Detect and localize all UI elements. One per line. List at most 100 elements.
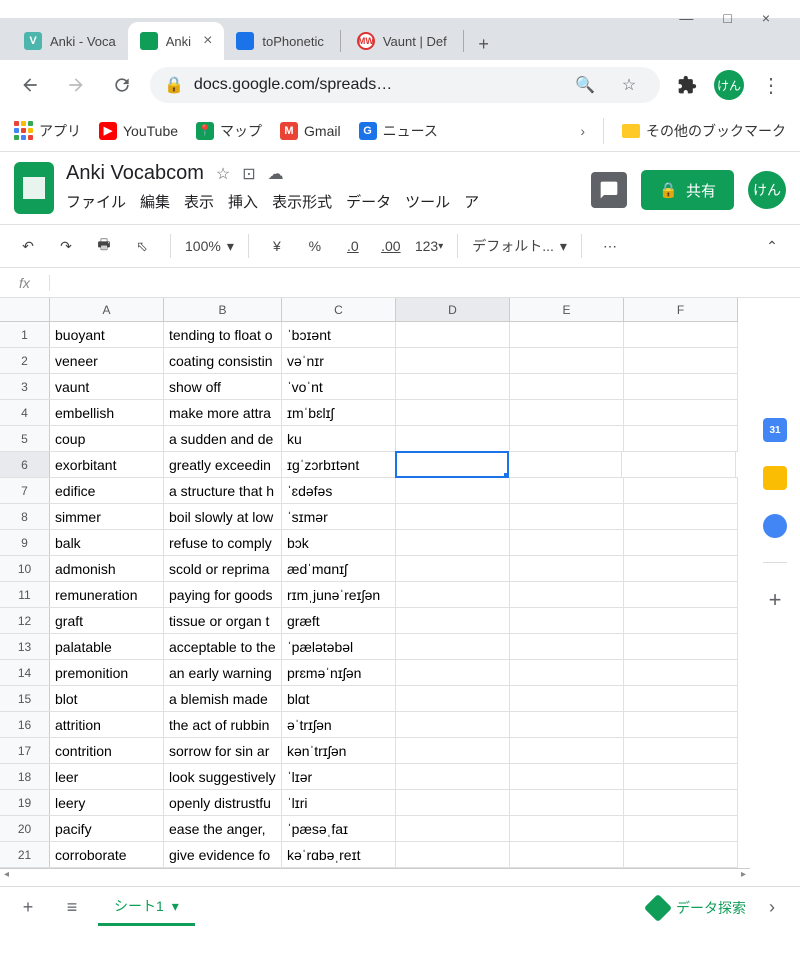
row-header[interactable]: 14 [0, 660, 50, 685]
tasks-icon[interactable] [763, 514, 787, 538]
cell[interactable]: a blemish made [164, 686, 282, 711]
row-header[interactable]: 11 [0, 582, 50, 607]
cell[interactable] [624, 478, 738, 503]
row-header[interactable]: 13 [0, 634, 50, 659]
cell[interactable] [624, 348, 738, 373]
cell[interactable] [396, 790, 510, 815]
cell[interactable]: premonition [50, 660, 164, 685]
cell[interactable] [624, 764, 738, 789]
cell[interactable]: simmer [50, 504, 164, 529]
cell[interactable] [396, 764, 510, 789]
side-panel-toggle[interactable]: › [754, 890, 790, 926]
increase-decimal-button[interactable]: .00 [377, 232, 405, 260]
cell[interactable] [510, 686, 624, 711]
close-window-button[interactable]: × [762, 10, 770, 26]
bookmark-item[interactable]: ▶ YouTube [99, 121, 178, 141]
move-doc-icon[interactable]: ⊡ [242, 164, 255, 184]
new-tab-button[interactable]: + [468, 28, 500, 60]
row-header[interactable]: 3 [0, 374, 50, 399]
font-select[interactable]: デフォルト...▾ [472, 236, 567, 256]
cell[interactable] [396, 608, 510, 633]
cell[interactable] [510, 842, 624, 867]
extensions-icon[interactable] [670, 68, 704, 102]
cell[interactable] [396, 634, 510, 659]
cell[interactable]: pacify [50, 816, 164, 841]
keep-icon[interactable] [763, 466, 787, 490]
cell[interactable]: əˈtrɪʃən [282, 712, 396, 737]
browser-tab[interactable]: toPhonetic [224, 22, 335, 60]
menu-item[interactable]: データ [346, 191, 391, 212]
cell[interactable]: blot [50, 686, 164, 711]
cell[interactable]: bɔk [282, 530, 396, 555]
row-header[interactable]: 5 [0, 426, 50, 451]
cell[interactable] [510, 348, 624, 373]
cell[interactable]: ɪgˈzɔrbɪtənt [282, 452, 396, 477]
row-header[interactable]: 10 [0, 556, 50, 581]
menu-item[interactable]: ファイル [66, 191, 126, 212]
cell[interactable]: palatable [50, 634, 164, 659]
cell[interactable]: admonish [50, 556, 164, 581]
cell[interactable] [510, 478, 624, 503]
cell[interactable] [510, 790, 624, 815]
cell[interactable] [396, 530, 510, 555]
cell[interactable]: a structure that h [164, 478, 282, 503]
column-header[interactable]: E [510, 298, 624, 321]
cell[interactable]: refuse to comply [164, 530, 282, 555]
browser-menu-button[interactable]: ⋮ [754, 68, 788, 102]
cell[interactable] [624, 634, 738, 659]
spreadsheet-grid[interactable]: ABCDEF 1buoyanttending to float oˈbɔɪənt… [0, 298, 738, 868]
cell[interactable]: look suggestively [164, 764, 282, 789]
row-header[interactable]: 20 [0, 816, 50, 841]
cell[interactable] [510, 426, 624, 451]
cell[interactable] [510, 712, 624, 737]
cell[interactable]: show off [164, 374, 282, 399]
cell[interactable]: kənˈtrɪʃən [282, 738, 396, 763]
cell[interactable] [396, 842, 510, 867]
cell[interactable]: graft [50, 608, 164, 633]
cell[interactable] [396, 816, 510, 841]
menu-item[interactable]: 編集 [140, 191, 170, 212]
cell[interactable] [396, 556, 510, 581]
zoom-page-icon[interactable]: 🔍 [568, 68, 602, 102]
cell[interactable]: give evidence fo [164, 842, 282, 867]
bookmark-item[interactable]: M Gmail [280, 121, 341, 141]
row-header[interactable]: 18 [0, 764, 50, 789]
cell[interactable] [624, 608, 738, 633]
cell[interactable] [510, 634, 624, 659]
all-sheets-button[interactable]: ≡ [54, 890, 90, 926]
cell[interactable] [396, 400, 510, 425]
cell[interactable] [624, 660, 738, 685]
row-header[interactable]: 21 [0, 842, 50, 867]
cell[interactable] [396, 712, 510, 737]
cell[interactable]: ˈvoˈnt [282, 374, 396, 399]
cell[interactable]: embellish [50, 400, 164, 425]
cell[interactable]: the act of rubbin [164, 712, 282, 737]
decrease-decimal-button[interactable]: .0 [339, 232, 367, 260]
maximize-button[interactable]: □ [723, 10, 731, 26]
cloud-status-icon[interactable]: ☁ [268, 164, 284, 184]
cell[interactable] [624, 738, 738, 763]
cell[interactable]: veneer [50, 348, 164, 373]
cell[interactable] [624, 686, 738, 711]
back-button[interactable] [12, 67, 48, 103]
cell[interactable] [624, 582, 738, 607]
column-header[interactable]: B [164, 298, 282, 321]
cell[interactable]: coating consistin [164, 348, 282, 373]
cell[interactable] [396, 348, 510, 373]
redo-button[interactable]: ↷ [52, 232, 80, 260]
cell[interactable]: edifice [50, 478, 164, 503]
cell[interactable] [396, 504, 510, 529]
cell[interactable]: sorrow for sin ar [164, 738, 282, 763]
cell[interactable]: prɛməˈnɪʃən [282, 660, 396, 685]
cell[interactable] [396, 582, 510, 607]
cell[interactable] [624, 816, 738, 841]
star-doc-icon[interactable]: ☆ [216, 164, 230, 184]
column-header[interactable]: A [50, 298, 164, 321]
row-header[interactable]: 1 [0, 322, 50, 347]
cell[interactable]: ˈlɪri [282, 790, 396, 815]
cell[interactable] [624, 374, 738, 399]
percent-button[interactable]: % [301, 232, 329, 260]
cell[interactable] [624, 790, 738, 815]
cell[interactable]: exorbitant [50, 452, 164, 477]
cell[interactable]: corroborate [50, 842, 164, 867]
